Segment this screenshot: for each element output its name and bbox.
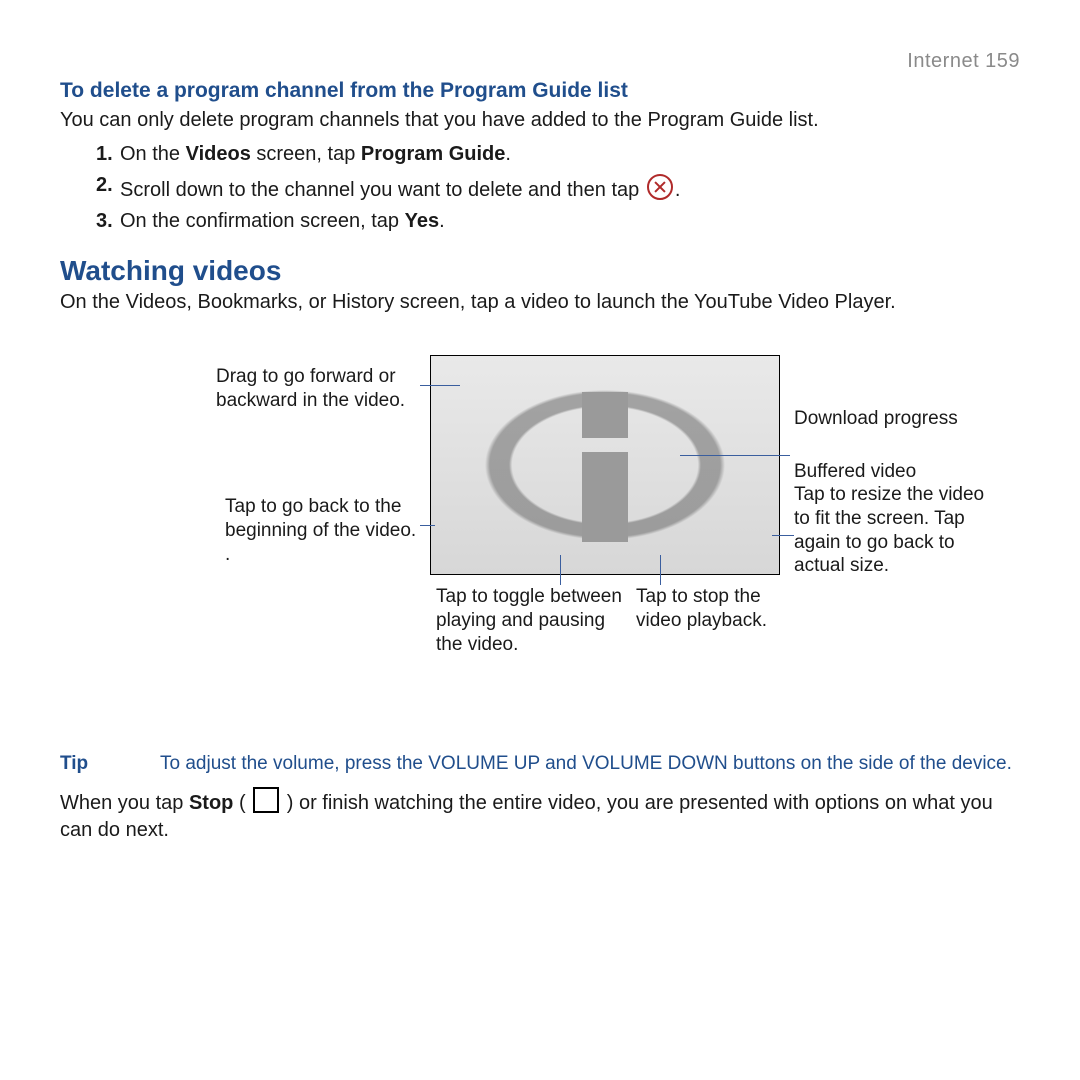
tip-block: Tip To adjust the volume, press the VOLU…: [60, 753, 1020, 775]
callout-download: Download progress: [794, 407, 958, 431]
delete-section-intro: You can only delete program channels tha…: [60, 107, 1020, 133]
tip-text: To adjust the volume, press the VOLUME U…: [160, 753, 1020, 775]
callout-toggle: Tap to toggle between playing and pausin…: [436, 585, 626, 656]
section-name: Internet: [907, 50, 979, 72]
callout-stop: Tap to stop the video playback.: [636, 585, 806, 633]
callout-resize: Tap to resize the video to fit the scree…: [794, 483, 994, 578]
delete-section-title: To delete a program channel from the Pro…: [60, 79, 1020, 103]
callout-drag: Drag to go forward or backward in the vi…: [216, 365, 426, 413]
player-screenshot: [430, 355, 780, 575]
watching-title: Watching videos: [60, 255, 1020, 287]
callout-begin: Tap to go back to the beginning of the v…: [225, 495, 425, 566]
callout-buffered: Buffered video: [794, 460, 916, 484]
running-header: Internet 159: [60, 50, 1020, 73]
tip-label: Tip: [60, 753, 120, 775]
step-3: 3. On the confirmation screen, tap Yes.: [96, 210, 1020, 233]
step-2: 2. Scroll down to the channel you want t…: [96, 174, 1020, 202]
step-1: 1. On the Videos screen, tap Program Gui…: [96, 143, 1020, 166]
watching-intro: On the Videos, Bookmarks, or History scr…: [60, 289, 1020, 315]
player-diagram: Drag to go forward or backward in the vi…: [60, 355, 1020, 735]
after-stop-paragraph: When you tap Stop ( ) or finish watching…: [60, 787, 1020, 844]
delete-channel-icon: [647, 174, 673, 200]
stop-icon: [253, 787, 279, 813]
delete-steps: 1. On the Videos screen, tap Program Gui…: [96, 143, 1020, 233]
page-number: 159: [985, 50, 1020, 72]
